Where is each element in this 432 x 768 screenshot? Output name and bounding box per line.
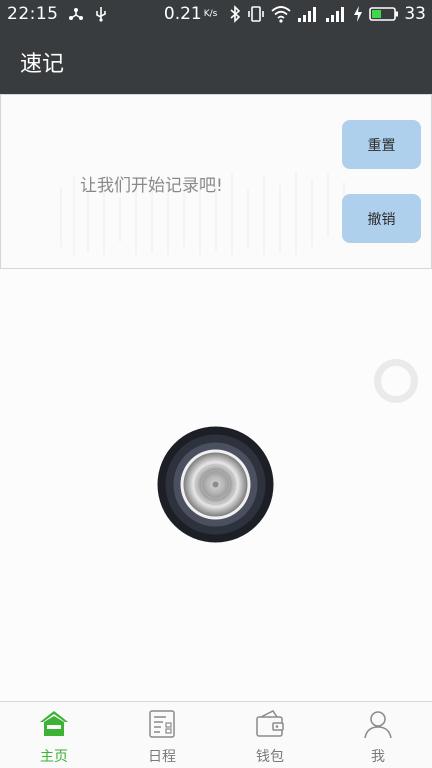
nav-profile[interactable]: 我 [324,702,432,768]
main-area [0,269,432,701]
record-hint-text: 让我们开始记录吧! [80,176,223,196]
bluetooth-icon [230,5,241,23]
app-bar: 速记 [0,28,432,94]
undo-button[interactable]: 撤销 [342,194,421,243]
bottom-nav: 主页 日程 钱包 我 [0,701,432,768]
wallet-icon [256,710,284,737]
nav-home[interactable]: 主页 [0,702,108,768]
wifi-icon [271,6,291,23]
record-knob-icon[interactable] [157,426,274,543]
charging-icon [354,6,363,22]
reset-button[interactable]: 重置 [342,120,421,169]
vibrate-icon [248,6,265,22]
nav-wallet-label: 钱包 [256,749,284,765]
signal-icon [298,7,317,22]
nav-profile-label: 我 [371,749,385,765]
net-speed-unit: K/s [203,8,218,19]
net-speed: 0.21 [163,4,202,24]
battery-icon [369,7,399,21]
nav-schedule-label: 日程 [148,749,176,765]
status-bar: 22:15 0.21 K/s 33 [0,0,432,28]
usb-icon [95,7,106,22]
share-icon [68,8,83,20]
battery-level: 33 [404,4,426,24]
ring-icon[interactable] [374,359,418,403]
home-icon [40,711,68,736]
app-title: 速记 [20,52,65,77]
nav-schedule[interactable]: 日程 [108,702,216,768]
signal-icon [326,7,345,22]
schedule-icon [149,710,175,738]
profile-icon [364,711,392,739]
status-time: 22:15 [7,4,59,24]
nav-home-label: 主页 [40,749,68,765]
nav-wallet[interactable]: 钱包 [216,702,324,768]
record-panel: 让我们开始记录吧! 重置 撤销 [0,94,432,269]
